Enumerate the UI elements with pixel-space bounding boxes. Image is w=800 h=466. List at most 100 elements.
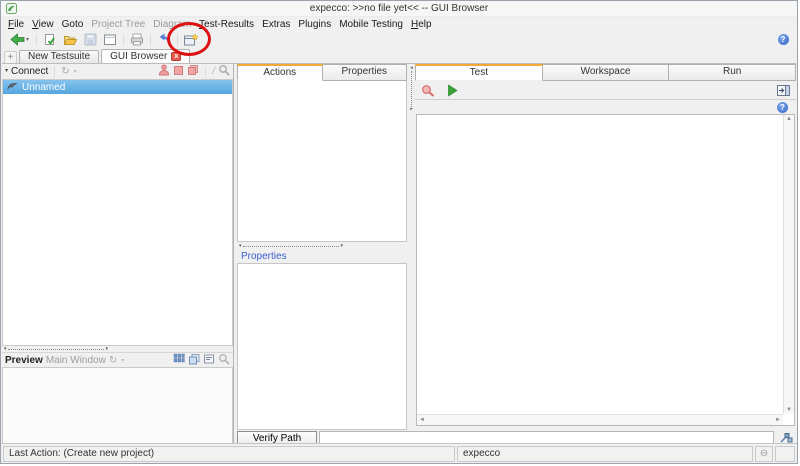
middle-tabs: Actions Properties — [237, 64, 407, 81]
vertical-scrollbar[interactable]: ▲ ▼ — [783, 115, 794, 414]
menubar: File View Goto Project Tree Diagram Test… — [1, 17, 797, 31]
tab-actions[interactable]: Actions — [237, 64, 323, 81]
preview-header: Preview Main Window ↻ ▾ — [2, 352, 233, 368]
tab-run[interactable]: Run — [669, 64, 796, 81]
splitter-arrow-icon[interactable]: ▾ — [340, 244, 343, 249]
toolbar-separator — [36, 34, 37, 46]
connect-menu-caret[interactable]: ▾ — [5, 69, 8, 74]
grid-icon[interactable] — [173, 353, 185, 367]
menu-plugins[interactable]: Plugins — [294, 19, 335, 30]
main-toolbar: ▾ ? — [1, 31, 797, 48]
connect-header: ▾ Connect ↻ ▾ / — [2, 64, 233, 80]
middle-horizontal-splitter[interactable]: ▾ ▾ — [237, 242, 407, 250]
help-icon[interactable]: ? — [777, 102, 788, 113]
tab-gui-browser[interactable]: GUI Browser x — [101, 49, 190, 63]
gui-browser-button[interactable] — [181, 32, 201, 48]
actions-properties-panel: Actions Properties ▾ ▾ Properties — [237, 64, 407, 430]
console-button[interactable] — [773, 82, 793, 98]
menu-goto[interactable]: Goto — [58, 19, 88, 30]
connect-label[interactable]: Connect — [11, 66, 48, 77]
menu-extras[interactable]: Extras — [258, 19, 294, 30]
test-toolbar — [415, 81, 796, 100]
scroll-up-icon[interactable]: ▲ — [786, 116, 792, 122]
tab-workspace[interactable]: Workspace — [543, 64, 670, 81]
tab-label: New Testsuite — [28, 51, 90, 63]
menu-test-results[interactable]: Test-Results — [195, 19, 258, 30]
save-button — [80, 32, 100, 48]
main-content: ▾ Connect ↻ ▾ / — [2, 63, 796, 445]
record-icon — [421, 84, 435, 97]
scroll-right-icon[interactable]: ► — [775, 417, 781, 423]
toolbar-help-button[interactable]: ? — [773, 32, 793, 48]
window-page-icon — [103, 33, 117, 46]
statusbar-end-cell — [775, 446, 795, 462]
print-button — [127, 32, 147, 48]
menu-diagram: Diagram — [149, 19, 195, 30]
connection-tree: Unnamed — [2, 80, 233, 346]
names-icon[interactable] — [203, 353, 215, 368]
menu-file[interactable]: File — [4, 19, 28, 30]
titlebar: expecco: >>no file yet<< -- GUI Browser — [1, 1, 797, 17]
splitter-grip[interactable] — [411, 71, 412, 107]
help-icon: ? — [778, 34, 789, 45]
green-back-arrow-icon — [10, 33, 25, 46]
scroll-left-icon[interactable]: ◄ — [419, 417, 425, 423]
test-panel: Test Workspace Run ? — [415, 64, 796, 430]
tree-item-unnamed[interactable]: Unnamed — [3, 80, 232, 94]
app-icon — [6, 3, 17, 17]
printer-icon — [130, 33, 145, 46]
scroll-down-icon[interactable]: ▼ — [786, 407, 792, 413]
menu-view[interactable]: View — [28, 19, 58, 30]
tab-properties[interactable]: Properties — [323, 64, 408, 81]
horizontal-scrollbar[interactable]: ◄ ► — [417, 414, 783, 425]
properties-section-label: Properties — [237, 250, 407, 263]
document-tabrow: + New Testsuite GUI Browser x — [1, 48, 797, 63]
tab-new-testsuite[interactable]: New Testsuite — [19, 50, 99, 63]
app-name-field: expecco — [457, 446, 753, 462]
new-testsuite-button[interactable] — [40, 32, 60, 48]
splitter-arrow-icon[interactable]: ▾ — [105, 347, 108, 352]
copy-icon[interactable] — [187, 64, 199, 79]
header-separator — [205, 66, 206, 78]
back-button[interactable]: ▾ — [6, 32, 33, 48]
zoom-icon[interactable] — [218, 353, 230, 368]
tab-test[interactable]: Test — [415, 64, 543, 81]
close-tab-icon[interactable]: x — [171, 52, 181, 61]
gui-browser-icon — [183, 33, 199, 47]
add-tab-button[interactable]: + — [4, 51, 17, 63]
preview-title: Preview — [5, 355, 43, 366]
run-button[interactable] — [442, 82, 462, 98]
open-file-button[interactable] — [60, 32, 80, 48]
preview-refresh-caret-icon[interactable]: ▾ — [121, 357, 124, 364]
properties-list[interactable] — [237, 263, 407, 430]
refresh-icon[interactable]: ↻ — [61, 66, 69, 77]
menu-mobile-testing[interactable]: Mobile Testing — [335, 19, 407, 30]
undo-arrow-icon — [157, 33, 171, 46]
right-tabs: Test Workspace Run — [415, 64, 796, 81]
stop-icon[interactable] — [173, 65, 184, 79]
refresh-caret-icon[interactable]: ▾ — [74, 68, 77, 75]
header-separator — [54, 66, 55, 78]
actions-list[interactable] — [237, 81, 407, 242]
record-button — [418, 82, 438, 98]
back-dropdown-caret[interactable]: ▾ — [26, 36, 29, 43]
splitter-arrow-icon[interactable]: ▸ — [410, 107, 413, 112]
vertical-splitter[interactable]: ◂ ▸ — [408, 64, 415, 430]
slash-glyph: / — [212, 66, 215, 77]
splitter-arrow-icon[interactable]: ▾ — [239, 244, 242, 249]
workspace-text-area[interactable]: ▲ ▼ ◄ ► — [416, 114, 795, 426]
bounds-icon[interactable] — [188, 353, 200, 368]
statusbar: Last Action: (Create new project) expecc… — [1, 443, 797, 463]
splitter-grip[interactable] — [8, 349, 105, 350]
splitter-arrow-icon[interactable]: ▾ — [4, 347, 7, 352]
new-window-button[interactable] — [100, 32, 120, 48]
undo-button[interactable] — [154, 32, 174, 48]
preview-refresh-icon[interactable]: ↻ — [109, 355, 117, 366]
connect-agent-icon[interactable] — [158, 64, 170, 79]
menu-project-tree: Project Tree — [87, 19, 149, 30]
status-indicator-icon: ⊖ — [755, 446, 773, 462]
splitter-grip[interactable] — [243, 246, 340, 247]
connect-panel: ▾ Connect ↻ ▾ / — [2, 64, 234, 446]
menu-help[interactable]: Help — [407, 19, 436, 30]
inspect-icon[interactable] — [218, 64, 230, 79]
